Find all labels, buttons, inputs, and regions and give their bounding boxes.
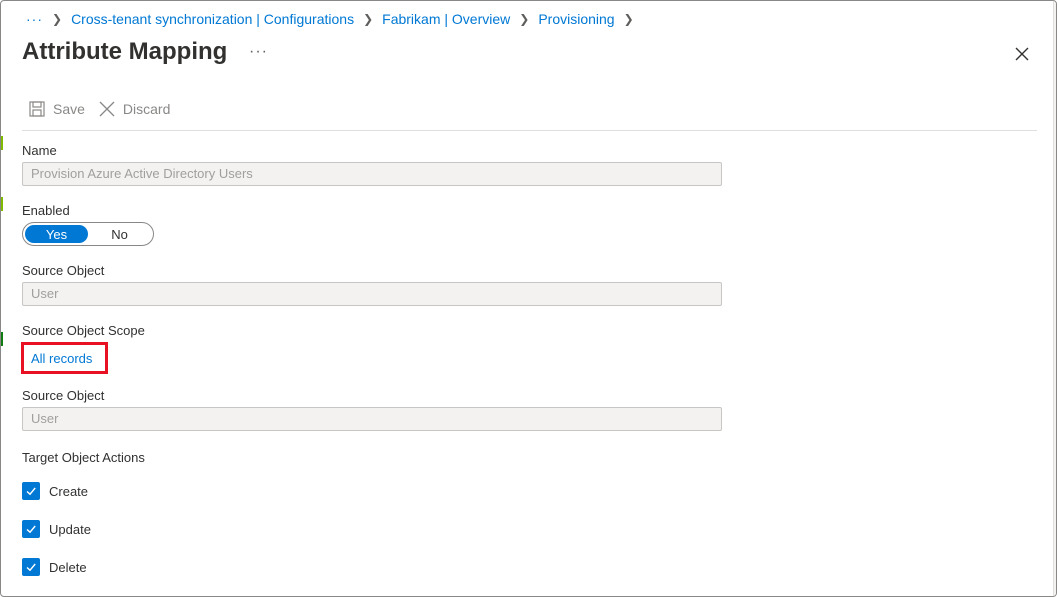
discard-button[interactable]: Discard <box>99 101 170 117</box>
create-checkbox-row[interactable]: Create <box>22 482 88 500</box>
source-object-scope-label: Source Object Scope <box>22 323 145 338</box>
command-bar: Save Discard <box>29 101 184 117</box>
name-field: Provision Azure Active Directory Users <box>22 162 722 186</box>
enabled-no-option[interactable]: No <box>88 225 151 243</box>
scrollbar[interactable] <box>1053 1 1056 596</box>
page-title: Attribute Mapping <box>22 38 228 65</box>
source-object-label-2: Source Object <box>22 388 105 403</box>
edge-mark <box>1 136 3 150</box>
edge-mark <box>1 197 3 211</box>
discard-icon <box>99 101 115 117</box>
chevron-right-icon: ❯ <box>623 12 634 26</box>
checkmark-icon <box>26 525 36 534</box>
chevron-right-icon: ❯ <box>519 12 530 26</box>
target-object-actions-label: Target Object Actions <box>22 450 145 465</box>
toolbar-divider <box>22 130 1037 131</box>
enabled-yes-option[interactable]: Yes <box>25 225 88 243</box>
update-checkbox-row[interactable]: Update <box>22 520 91 538</box>
close-icon <box>1015 47 1029 61</box>
source-object-scope-highlight: All records <box>21 342 108 374</box>
checkmark-icon <box>26 563 36 572</box>
breadcrumb-item-overview[interactable]: Fabrikam | Overview <box>382 11 510 27</box>
breadcrumb-overflow-icon[interactable]: ··· <box>26 11 43 27</box>
edge-mark <box>1 332 3 346</box>
chevron-right-icon: ❯ <box>52 12 63 26</box>
delete-checkbox[interactable] <box>22 558 40 576</box>
source-object-field: User <box>22 282 722 306</box>
delete-checkbox-row[interactable]: Delete <box>22 558 87 576</box>
update-checkbox[interactable] <box>22 520 40 538</box>
source-object-label: Source Object <box>22 263 105 278</box>
discard-label: Discard <box>122 101 171 117</box>
save-icon <box>29 101 45 117</box>
more-options-icon[interactable]: ··· <box>249 43 268 61</box>
create-checkbox[interactable] <box>22 482 40 500</box>
update-label: Update <box>49 521 91 537</box>
save-label: Save <box>53 101 85 117</box>
source-object-field-2: User <box>22 407 722 431</box>
breadcrumb-item-provisioning[interactable]: Provisioning <box>538 11 614 27</box>
chevron-right-icon: ❯ <box>363 12 374 26</box>
checkmark-icon <box>26 487 36 496</box>
close-button[interactable] <box>1011 43 1033 65</box>
delete-label: Delete <box>49 559 87 575</box>
create-label: Create <box>49 483 89 499</box>
breadcrumb: ··· ❯ Cross-tenant synchronization | Con… <box>26 11 643 27</box>
name-label: Name <box>22 143 57 158</box>
all-records-link[interactable]: All records <box>31 351 92 366</box>
enabled-toggle: Yes No <box>22 222 154 246</box>
breadcrumb-item-configurations[interactable]: Cross-tenant synchronization | Configura… <box>71 11 354 27</box>
save-button[interactable]: Save <box>29 101 85 117</box>
enabled-label: Enabled <box>22 203 70 218</box>
attribute-mapping-blade: ··· ❯ Cross-tenant synchronization | Con… <box>0 0 1057 597</box>
